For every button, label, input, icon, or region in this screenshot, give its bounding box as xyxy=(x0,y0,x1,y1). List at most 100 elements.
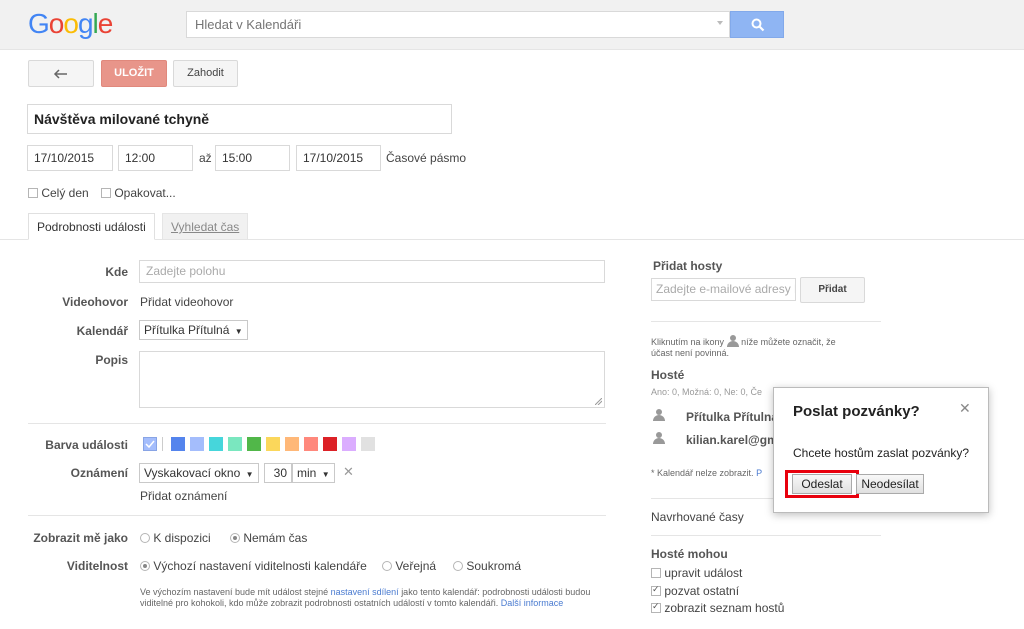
visibility-default-label: Výchozí nastavení viditelnosti kalendáře xyxy=(153,559,367,573)
notification-type-select[interactable]: Vyskakovací okno ▼ xyxy=(139,463,259,483)
visibility-default-radio[interactable] xyxy=(140,560,150,571)
visibility-public-label: Veřejná xyxy=(395,559,437,573)
color-swatch[interactable] xyxy=(190,437,204,451)
guests-summary: Ano: 0, Možná: 0, Ne: 0, Če xyxy=(651,387,763,397)
search-button[interactable] xyxy=(730,11,784,38)
guests-hint-text: účast není povinná. xyxy=(651,348,730,358)
guests-can-invite-checkbox[interactable] xyxy=(651,584,661,596)
logo-letter: G xyxy=(28,8,50,39)
visibility-private-option[interactable]: Soukromá xyxy=(453,559,521,573)
color-swatch[interactable] xyxy=(247,437,261,451)
color-swatch[interactable] xyxy=(342,437,356,451)
color-swatch[interactable] xyxy=(228,437,242,451)
visibility-private-radio[interactable] xyxy=(453,560,463,571)
notification-value-input[interactable]: 30 xyxy=(264,463,292,483)
guests-hint: Kliknutím na ikony níže můžete označit, … xyxy=(651,333,871,359)
all-day-checkbox[interactable] xyxy=(28,187,38,198)
dialog-title: Poslat pozvánky? xyxy=(793,403,920,420)
calendar-select[interactable]: Přítulka Přítulná ▼ xyxy=(139,320,248,340)
guests-can-see-option[interactable]: zobrazit seznam hostů xyxy=(651,601,784,615)
show-as-available-option[interactable]: K dispozici xyxy=(140,531,211,545)
add-notification-link[interactable]: Přidat oznámení xyxy=(140,489,227,503)
visibility-label: Viditelnost xyxy=(66,559,128,573)
all-day-option[interactable]: Celý den xyxy=(28,186,89,200)
show-as-available-radio[interactable] xyxy=(140,532,150,543)
notification-unit-select[interactable]: min ▼ xyxy=(292,463,335,483)
visibility-public-radio[interactable] xyxy=(382,560,392,571)
end-date-input[interactable]: 17/10/2015 xyxy=(296,145,381,171)
add-video-call-link[interactable]: Přidat videohovor xyxy=(140,295,233,309)
guests-title: Hosté xyxy=(651,368,685,382)
tab-find-time[interactable]: Vyhledat čas xyxy=(162,213,249,240)
dialog-message: Chcete hostům zaslat pozvánky? xyxy=(793,446,970,460)
close-icon[interactable]: ✕ xyxy=(959,400,971,417)
event-title-input[interactable]: Návštěva milované tchyně xyxy=(27,104,452,134)
chevron-down-icon: ▼ xyxy=(234,327,243,336)
top-header: Google xyxy=(0,0,1024,50)
logo-letter: o xyxy=(63,8,79,39)
guests-can-invite-label: pozvat ostatní xyxy=(664,584,740,598)
visibility-note-text: Ve výchozím nastavení bude mít událost s… xyxy=(140,587,329,597)
search-icon xyxy=(751,18,765,32)
chevron-down-icon: ▼ xyxy=(321,470,330,479)
event-color-label: Barva události xyxy=(45,438,128,452)
google-logo[interactable]: Google xyxy=(28,8,113,40)
repeat-checkbox[interactable] xyxy=(101,187,111,198)
color-swatch[interactable] xyxy=(209,437,223,451)
guests-hint-text: níže můžete označit, že xyxy=(741,337,836,347)
guests-can-invite-option[interactable]: pozvat ostatní xyxy=(651,584,739,598)
notification-label: Oznámení xyxy=(70,466,128,480)
color-swatch[interactable] xyxy=(304,437,318,451)
search-options-dropdown-icon[interactable] xyxy=(717,21,723,25)
where-input[interactable]: Zadejte polohu xyxy=(139,260,605,283)
person-icon[interactable] xyxy=(653,409,665,421)
color-swatch[interactable] xyxy=(323,437,337,451)
visibility-public-option[interactable]: Veřejná xyxy=(382,559,436,573)
all-day-label: Celý den xyxy=(41,186,89,200)
color-swatch[interactable] xyxy=(285,437,299,451)
remove-notification-icon[interactable]: ✕ xyxy=(343,464,354,480)
dont-send-button[interactable]: Neodesílat xyxy=(856,474,924,494)
more-info-link[interactable]: Další informace xyxy=(501,598,564,608)
show-as-busy-radio[interactable] xyxy=(230,532,240,543)
sharing-settings-link[interactable]: nastavení sdílení xyxy=(331,587,399,597)
send-invitations-dialog: Poslat pozvánky? ✕ Chcete hostům zaslat … xyxy=(773,387,989,513)
end-time-input[interactable]: 15:00 xyxy=(215,145,290,171)
visibility-private-label: Soukromá xyxy=(466,559,522,573)
color-swatch-default[interactable] xyxy=(143,437,157,451)
back-button[interactable] xyxy=(28,60,94,87)
color-swatch[interactable] xyxy=(361,437,375,451)
resize-handle-icon[interactable] xyxy=(595,398,602,405)
guest-name: kilian.karel@gma xyxy=(686,433,785,447)
repeat-option[interactable]: Opakovat... xyxy=(101,186,176,200)
send-button[interactable]: Odeslat xyxy=(792,474,852,494)
description-label: Popis xyxy=(95,353,128,367)
discard-button[interactable]: Zahodit xyxy=(173,60,238,87)
save-button[interactable]: ULOŽIT xyxy=(101,60,167,87)
start-date-input[interactable]: 17/10/2015 xyxy=(27,145,113,171)
notification-unit-value: min xyxy=(297,466,317,480)
guests-can-see-label: zobrazit seznam hostů xyxy=(664,601,785,615)
add-guests-button[interactable]: Přidat xyxy=(800,277,865,303)
visibility-default-option[interactable]: Výchozí nastavení viditelnosti kalendáře xyxy=(140,559,367,573)
tab-event-details[interactable]: Podrobnosti události xyxy=(28,213,155,240)
video-call-label: Videohovor xyxy=(62,295,128,309)
timezone-link[interactable]: Časové pásmo xyxy=(386,151,466,165)
color-swatch[interactable] xyxy=(171,437,185,451)
search-input[interactable] xyxy=(187,12,707,37)
color-swatch[interactable] xyxy=(266,437,280,451)
suggested-times-link[interactable]: Navrhované časy xyxy=(651,510,744,524)
back-arrow-icon xyxy=(53,69,67,79)
guests-can-modify-option[interactable]: upravit událost xyxy=(651,566,742,580)
person-icon[interactable] xyxy=(653,432,665,444)
add-guests-input[interactable]: Zadejte e-mailové adresy h xyxy=(651,278,796,301)
chevron-down-icon: ▼ xyxy=(245,470,254,479)
logo-letter: g xyxy=(77,8,94,39)
start-time-input[interactable]: 12:00 xyxy=(118,145,193,171)
guests-can-see-checkbox[interactable] xyxy=(651,601,661,613)
description-textarea[interactable] xyxy=(139,351,605,408)
guests-can-modify-checkbox[interactable] xyxy=(651,567,661,578)
calendar-unavailable-text: * Kalendář nelze zobrazit. xyxy=(651,468,754,478)
show-as-busy-option[interactable]: Nemám čas xyxy=(230,531,307,545)
calendar-unavailable-link[interactable]: P xyxy=(756,468,762,478)
